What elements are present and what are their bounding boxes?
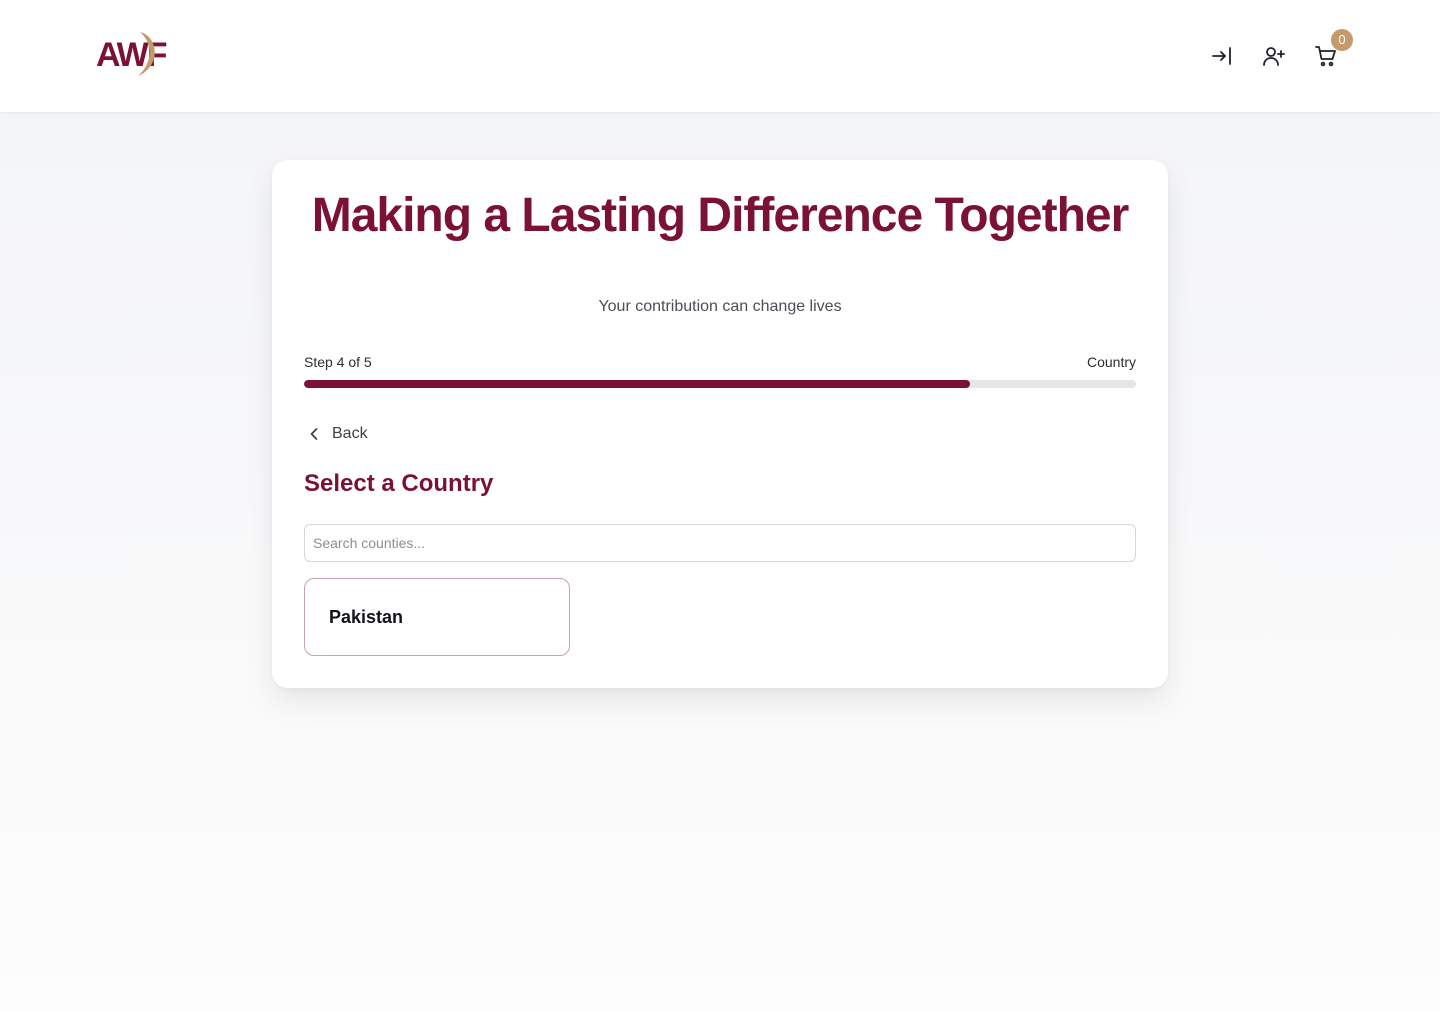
page-title: Making a Lasting Difference Together xyxy=(311,189,1130,242)
step-name: Country xyxy=(1086,354,1136,370)
back-button[interactable]: Back xyxy=(304,422,368,446)
crescent-icon xyxy=(138,32,155,76)
country-search-input[interactable] xyxy=(304,524,1136,562)
country-option-pakistan[interactable]: Pakistan xyxy=(304,578,570,656)
section-heading: Select a Country xyxy=(304,470,494,497)
login-icon[interactable] xyxy=(1210,44,1234,68)
step-counter: Step 4 of 5 xyxy=(304,354,372,370)
cart-count-badge: 0 xyxy=(1331,29,1353,51)
progress-bar xyxy=(304,380,1136,388)
page-subtitle: Your contribution can change lives xyxy=(598,298,842,315)
progress-bar-fill xyxy=(304,380,970,388)
donation-card: Making a Lasting Difference Together You… xyxy=(272,160,1168,688)
site-header: AWF 0 xyxy=(0,0,1440,112)
awf-logo[interactable]: AWF xyxy=(96,30,178,78)
back-button-label: Back xyxy=(332,425,368,442)
country-name: Pakistan xyxy=(329,607,404,627)
chevron-left-icon xyxy=(310,428,318,440)
user-plus-icon[interactable] xyxy=(1262,44,1286,68)
